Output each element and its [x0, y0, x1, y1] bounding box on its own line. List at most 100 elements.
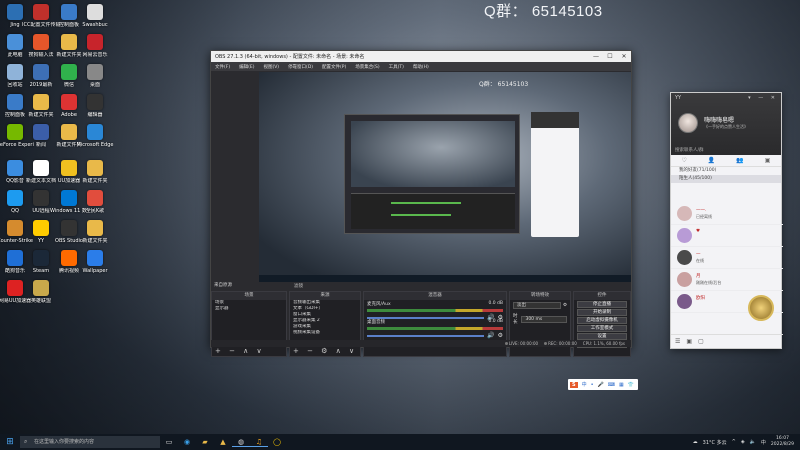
- sogou-logo-icon[interactable]: S: [570, 381, 578, 388]
- app-icon: [87, 124, 103, 140]
- menu-tools[interactable]: 工具(T): [389, 64, 404, 70]
- volume-slider[interactable]: [367, 334, 485, 337]
- avatar: [677, 294, 692, 309]
- menu-edit[interactable]: 编辑(E): [239, 64, 254, 70]
- desktop-icon[interactable]: 网易云音乐: [76, 34, 114, 58]
- maximize-icon[interactable]: ☐: [603, 53, 617, 60]
- gear-icon[interactable]: ⚙: [498, 332, 503, 339]
- app-icon: [87, 160, 103, 176]
- clock[interactable]: 16:07 2022/8/29: [771, 436, 794, 448]
- desktop-icon[interactable]: Microsoft Edge: [76, 124, 114, 148]
- qq-signature[interactable]: 《一手好的点赞人生活》: [704, 124, 748, 130]
- weather-text[interactable]: 31°C 多云: [703, 439, 727, 446]
- app-icon: [87, 190, 103, 206]
- nested-preview: [351, 121, 515, 187]
- contacts-icon[interactable]: 👤: [708, 157, 715, 164]
- minimize-icon[interactable]: —: [589, 53, 603, 60]
- taskbar-search-input[interactable]: ⌕ 在这里输入你要搜索的内容: [20, 436, 160, 448]
- controls-dock: 控件 停止直播 开始录制 启动虚拟摄像机 工作室模式 设置 退出: [573, 291, 631, 357]
- messages-icon[interactable]: ♡: [681, 157, 686, 164]
- weather-icon[interactable]: ☁: [693, 439, 698, 445]
- qq-main-panel[interactable]: YY ▾ — ✕ 嗨嗨嗨皂嗯 《一手好的点赞人生活》 搜索联系人/群 ♡ 👤 👥…: [670, 92, 783, 349]
- obs-taskbar-icon[interactable]: ◍: [232, 438, 250, 447]
- punctuation-icon[interactable]: •: [591, 382, 594, 388]
- list-item[interactable]: 一一. 已经离线: [671, 203, 783, 225]
- qq-window-controls[interactable]: ▾ — ✕: [748, 95, 778, 101]
- app-icon: [7, 160, 23, 176]
- microphone-icon[interactable]: 🎤: [598, 382, 604, 388]
- game-icon[interactable]: ▲: [214, 438, 232, 446]
- close-icon[interactable]: ✕: [617, 53, 631, 60]
- desktop-icon-label: 网易云音乐: [82, 52, 108, 58]
- contact-name: 一: [696, 252, 701, 257]
- list-item[interactable]: ♥: [671, 225, 783, 247]
- obs-window[interactable]: OBS 27.1.3 (64-bit, windows) - 配置文件: 未命名…: [210, 50, 632, 357]
- obs-title-bar[interactable]: OBS 27.1.3 (64-bit, windows) - 配置文件: 未命名…: [211, 51, 631, 62]
- desktop-icon[interactable]: 编辑器: [76, 94, 114, 118]
- ime-icon[interactable]: 中: [761, 439, 766, 446]
- level-badge-icon: [748, 295, 774, 321]
- desktop-icon[interactable]: 桌面: [76, 64, 114, 88]
- start-recording-button[interactable]: 开始录制: [577, 309, 627, 316]
- obs-window-title: OBS 27.1.3 (64-bit, windows) - 配置文件: 未命名…: [215, 54, 365, 60]
- apps-icon[interactable]: ▣: [765, 157, 771, 164]
- filter-button[interactable]: 滤镜: [294, 283, 303, 291]
- toolbox-icon[interactable]: ▦: [619, 382, 624, 388]
- stop-streaming-button[interactable]: 停止直播: [577, 301, 627, 308]
- volume-icon[interactable]: 🔈: [750, 439, 756, 445]
- qq-search-input[interactable]: 搜索联系人/群: [675, 147, 704, 153]
- window-icon[interactable]: ▢: [698, 338, 704, 345]
- friend-group-row[interactable]: 陌生人(45/100): [671, 175, 781, 183]
- settings-button[interactable]: 设置: [577, 333, 627, 340]
- rec-status: REC: 00:00:00: [544, 341, 577, 346]
- desktop-icon[interactable]: 全民K歌: [76, 190, 114, 214]
- menu-help[interactable]: 帮助(H): [413, 64, 429, 70]
- menu-profile[interactable]: 配置文件(P): [322, 64, 346, 70]
- ime-mode-icon[interactable]: 中: [582, 381, 587, 388]
- app-icon: [7, 4, 23, 20]
- app-manager-icon[interactable]: ▣: [686, 338, 692, 345]
- keyboard-icon[interactable]: ⌨: [608, 382, 615, 388]
- list-item[interactable]: 月刚刚在线/后台: [671, 269, 783, 291]
- windows-start-icon[interactable]: ⊞: [0, 437, 20, 447]
- ime-toolbar[interactable]: S 中 • 🎤 ⌨ ▦ 👕: [568, 379, 638, 390]
- qq-music-icon[interactable]: ♫: [250, 438, 268, 447]
- groups-icon[interactable]: 👥: [736, 157, 743, 164]
- file-explorer-icon[interactable]: ▰: [196, 438, 214, 446]
- obs-preview[interactable]: Q群： 65145103: [259, 72, 631, 282]
- virtual-camera-button[interactable]: 启动虚拟摄像机: [577, 317, 627, 324]
- transition-select[interactable]: 淡出: [513, 302, 561, 309]
- scene-item[interactable]: 显示器: [212, 306, 286, 312]
- sources-dock-toolbar[interactable]: + − ⚙ ∧ ∨: [290, 347, 360, 356]
- desktop-icon[interactable]: 新建文件夹: [76, 220, 114, 244]
- app-icon: [61, 250, 77, 266]
- list-item[interactable]: 一在线: [671, 247, 783, 269]
- desktop-icon-label: 桌面: [89, 82, 100, 88]
- friend-group-row[interactable]: 我的好友(71/100): [671, 167, 781, 175]
- scenes-dock-toolbar[interactable]: + − ∧ ∨: [212, 347, 286, 356]
- speaker-icon[interactable]: 🔊: [487, 332, 494, 339]
- desktop-icon[interactable]: Wallpaper: [76, 250, 114, 274]
- studio-mode-button[interactable]: 工作室模式: [577, 325, 627, 332]
- mixer-track-db: 0.0 dB: [488, 319, 503, 324]
- menu-view[interactable]: 视图(V): [263, 64, 279, 70]
- edge-icon[interactable]: ◉: [178, 438, 196, 446]
- desktop-icon[interactable]: Swashbuc: [76, 4, 114, 28]
- desktop-icon[interactable]: 英雄联盟: [22, 280, 60, 304]
- yy-taskbar-icon[interactable]: ◯: [268, 438, 286, 446]
- menu-file[interactable]: 文件(F): [215, 64, 230, 70]
- menu-docks[interactable]: 停靠窗口(D): [288, 64, 313, 70]
- network-icon[interactable]: ◈: [741, 439, 745, 445]
- desktop-icon[interactable]: 新建文件夹: [76, 160, 114, 184]
- tray-overflow-icon[interactable]: ^: [732, 439, 736, 445]
- app-icon: [7, 64, 23, 80]
- task-view-icon[interactable]: ▭: [160, 438, 178, 446]
- menu-icon[interactable]: ☰: [675, 338, 680, 345]
- menu-scene-collection[interactable]: 场景集合(S): [355, 64, 379, 70]
- avatar[interactable]: [678, 113, 698, 133]
- duration-input[interactable]: 300 ms: [521, 315, 567, 323]
- mixer-dock: 混音器 麦克风/Aux 0.0 dB 🔊 ⚙ 桌面音频 0.0 dB 🔊 ⚙: [363, 291, 507, 357]
- gear-icon[interactable]: ⚙: [563, 303, 567, 308]
- skin-icon[interactable]: 👕: [628, 382, 634, 388]
- source-item[interactable]: 视频采集设备: [290, 330, 360, 336]
